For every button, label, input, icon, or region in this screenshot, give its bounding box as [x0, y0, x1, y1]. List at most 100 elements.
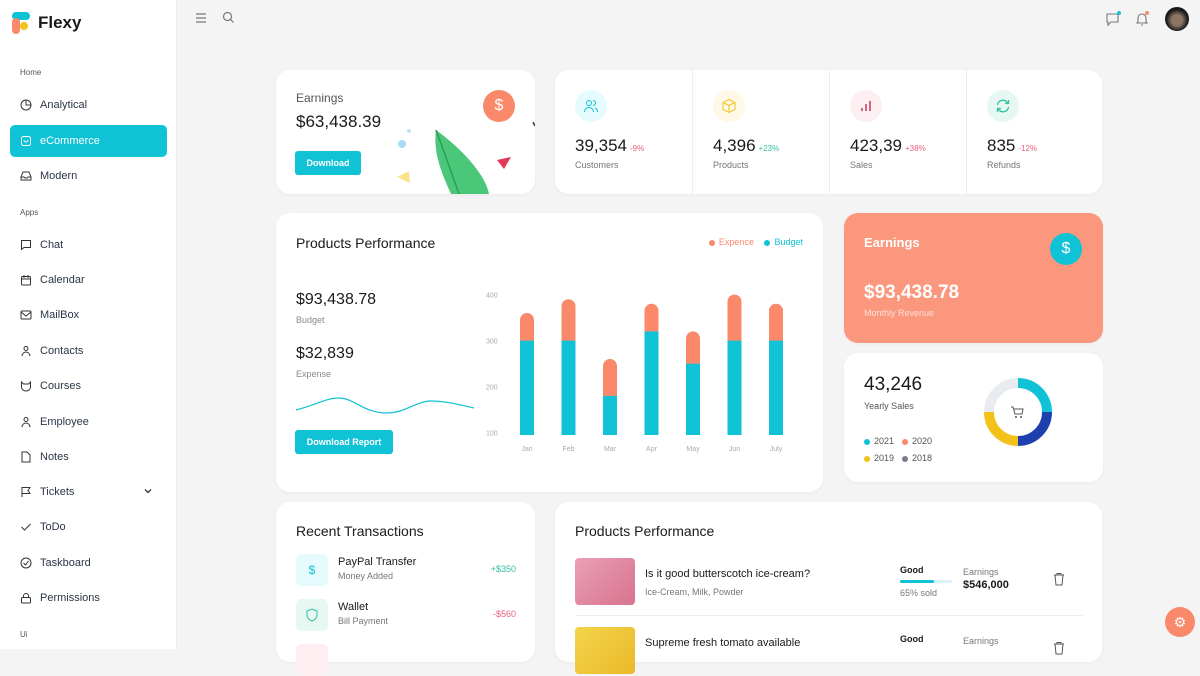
- sidebar-item-label: MailBox: [40, 309, 80, 321]
- x-tick-label: May: [686, 446, 700, 453]
- sidebar-item-todo[interactable]: ToDo: [10, 511, 167, 543]
- sidebar-item-permissions[interactable]: Permissions: [10, 582, 167, 614]
- transaction-item[interactable]: $ PayPal Transfer Money Added +$350: [296, 554, 516, 586]
- bar-budget-apr: [644, 331, 659, 435]
- products-list-card: Products Performance Is it good buttersc…: [555, 502, 1102, 674]
- sidebar-item-chat[interactable]: Chat: [10, 229, 167, 261]
- stat-refunds: 835 -12% Refunds: [966, 70, 1103, 194]
- check-circle-icon: [20, 557, 32, 569]
- recent-transactions-card: Recent Transactions $ PayPal Transfer Mo…: [276, 502, 535, 676]
- lock-icon: [20, 592, 32, 604]
- legend-budget: Budget: [764, 237, 803, 247]
- expense-sparkline: [296, 397, 474, 414]
- product-title: Is it good butterscotch ice-cream?: [645, 568, 811, 580]
- legend-2019: 2019: [864, 450, 902, 467]
- user-avatar[interactable]: [1165, 7, 1189, 31]
- monthly-earnings-value: $93,438.78: [864, 282, 960, 303]
- sidebar-item-mailbox[interactable]: MailBox: [10, 299, 167, 331]
- sidebar-item-courses[interactable]: Courses: [10, 370, 167, 402]
- stat-label: Products: [713, 160, 749, 170]
- sidebar-item-ecommerce[interactable]: eCommerce: [10, 125, 167, 157]
- bar-budget-jun: [727, 340, 742, 435]
- stat-products: 4,396 +23% Products: [692, 70, 829, 194]
- delete-icon[interactable]: [1053, 641, 1065, 660]
- transaction-title: PayPal Transfer: [338, 556, 417, 568]
- messages-icon[interactable]: [1105, 11, 1121, 32]
- logo[interactable]: Flexy: [12, 12, 81, 34]
- products-performance-card: Products Performance Expence Budget $93,…: [276, 213, 823, 492]
- sidebar-item-label: Chat: [40, 239, 64, 251]
- sidebar-item-calendar[interactable]: Calendar: [10, 264, 167, 296]
- product-title: Supreme fresh tomato available: [645, 637, 801, 649]
- chevron-down-icon: [143, 486, 153, 499]
- box-icon: [713, 90, 745, 122]
- sidebar-item-tickets[interactable]: Tickets: [10, 476, 167, 508]
- note-icon: [20, 451, 32, 463]
- logo-icon: [12, 12, 30, 34]
- inbox-icon: [20, 170, 32, 182]
- sidebar-item-label: Notes: [40, 451, 69, 463]
- x-tick-label: Jan: [521, 446, 532, 453]
- earnings-value: $546,000: [963, 579, 1009, 591]
- sidebar-item-notes[interactable]: Notes: [10, 441, 167, 473]
- earnings-title: Earnings: [296, 91, 344, 105]
- download-button[interactable]: Download: [295, 151, 361, 175]
- shopping-bag-icon: [20, 135, 32, 147]
- yearly-sales-label: Yearly Sales: [864, 401, 914, 411]
- legend-2020: 2020: [902, 433, 940, 450]
- stat-label: Refunds: [987, 160, 1021, 170]
- transaction-item[interactable]: Wallet Bill Payment -$560: [296, 599, 516, 631]
- sidebar: Flexy Home Apps Ui Analytical eCommerce Mo…: [0, 0, 177, 649]
- dollar-icon: $: [296, 554, 328, 586]
- nav-section-apps: Apps: [20, 208, 39, 217]
- stat-change: -12%: [1018, 144, 1038, 153]
- sidebar-item-label: eCommerce: [40, 135, 100, 147]
- nav-section-home: Home: [20, 68, 42, 77]
- stat-label: Customers: [575, 160, 619, 170]
- monthly-earnings-title: Earnings: [864, 235, 920, 250]
- product-row[interactable]: Supreme fresh tomato available Good Earn…: [575, 627, 1083, 675]
- sidebar-item-label: Tickets: [40, 486, 75, 498]
- sidebar-item-label: Contacts: [40, 345, 84, 357]
- bar-chart-icon: [850, 90, 882, 122]
- menu-icon[interactable]: [195, 11, 207, 29]
- sidebar-item-taskboard[interactable]: Taskboard: [10, 547, 167, 579]
- app-name: Flexy: [38, 13, 82, 32]
- stats-card: 39,354 -9% Customers 4,396 +23% Products 4…: [555, 70, 1102, 194]
- recent-transactions-title: Recent Transactions: [296, 523, 424, 539]
- delete-icon[interactable]: [1053, 572, 1065, 591]
- sidebar-item-employee[interactable]: Employee: [10, 406, 167, 438]
- earnings-card: Earnings $63,438.39 Download $: [276, 70, 535, 194]
- product-row[interactable]: Is it good butterscotch ice-cream? Ice-C…: [575, 558, 1083, 606]
- x-tick-label: Mar: [604, 446, 617, 453]
- earnings-value: $63,438.39: [296, 112, 382, 131]
- chart-legend: Expence Budget: [708, 237, 803, 247]
- dollar-icon: $: [483, 90, 515, 122]
- check-icon: [20, 521, 32, 533]
- search-icon[interactable]: [222, 11, 235, 29]
- user-icon: [20, 416, 32, 428]
- x-tick-label: July: [770, 446, 783, 453]
- product-thumbnail: [575, 627, 635, 674]
- legend-expence: Expence: [708, 237, 754, 247]
- sidebar-item-modern[interactable]: Modern: [10, 160, 167, 192]
- sidebar-item-label: Analytical: [40, 99, 88, 111]
- transaction-amount: -$560: [492, 609, 516, 619]
- shield-icon: [296, 599, 328, 631]
- sidebar-item-analytical[interactable]: Analytical: [10, 89, 167, 121]
- expense-value: $32,839: [296, 345, 354, 362]
- yearly-sales-legend: 2021 20202019 2018: [864, 433, 954, 467]
- sidebar-item-label: Taskboard: [40, 557, 91, 569]
- settings-button[interactable]: ⚙: [1165, 607, 1195, 637]
- bar-budget-july: [769, 340, 783, 435]
- transaction-title: Wallet: [338, 601, 369, 613]
- calendar-icon: [20, 274, 32, 286]
- download-report-button[interactable]: Download Report: [295, 430, 393, 454]
- stat-change: -9%: [630, 144, 645, 153]
- flag-icon: [20, 486, 32, 498]
- notifications-icon[interactable]: [1134, 11, 1150, 32]
- y-tick-label: 300: [486, 339, 498, 346]
- y-tick-label: 400: [486, 293, 498, 300]
- sidebar-item-contacts[interactable]: Contacts: [10, 335, 167, 367]
- gear-icon: ⚙: [1173, 613, 1187, 630]
